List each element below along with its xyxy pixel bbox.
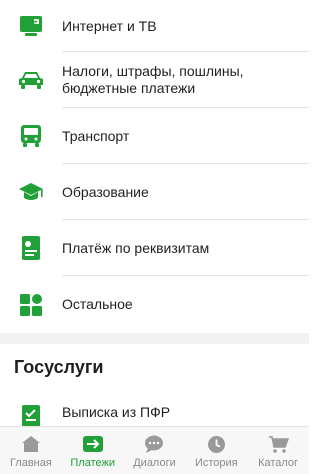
requisites-card-icon [18, 235, 44, 261]
grid-icon [18, 292, 44, 318]
tab-label: Диалоги [133, 457, 176, 469]
category-other[interactable]: Остальное [0, 276, 309, 333]
category-taxes-fines[interactable]: Налоги, штрафы, пошлины, бюджетные плате… [0, 52, 309, 108]
tab-home[interactable]: Главная [0, 427, 62, 474]
category-payment-by-requisites[interactable]: Платёж по реквизитам [0, 220, 309, 276]
tv-icon [18, 13, 44, 39]
gosuslugi-item-label: Выписка из ПФР [62, 404, 171, 420]
category-internet-tv[interactable]: Интернет и ТВ [0, 0, 309, 52]
payments-arrow-icon [82, 434, 104, 454]
bus-icon [18, 123, 44, 149]
category-label: Транспорт [62, 128, 130, 144]
category-label: Налоги, штрафы, пошлины, бюджетные плате… [62, 63, 244, 96]
bottom-tab-bar: Главная Платежи Диалоги История Каталог [0, 426, 309, 474]
tab-dialogs[interactable]: Диалоги [124, 427, 186, 474]
tab-label: Каталог [258, 457, 299, 469]
section-title-gosuslugi: Госуслуги [14, 357, 104, 377]
chat-icon [143, 434, 165, 454]
tab-label: Главная [9, 457, 52, 469]
graduation-cap-icon [18, 179, 44, 205]
category-label: Платёж по реквизитам [62, 240, 210, 256]
tab-history[interactable]: История [185, 427, 247, 474]
document-icon [20, 404, 42, 428]
payments-category-list: Интернет и ТВ Налоги, штрафы, пошлины, б… [0, 0, 309, 333]
category-label: Остальное [62, 296, 133, 312]
tab-label: Платежи [70, 457, 115, 469]
gosuslugi-item-pfr-statement[interactable]: Выписка из ПФР [0, 398, 309, 428]
cart-icon [267, 434, 289, 454]
category-label: Образование [62, 184, 149, 200]
category-education[interactable]: Образование [0, 164, 309, 220]
tab-catalog[interactable]: Каталог [247, 427, 309, 474]
category-transport[interactable]: Транспорт [0, 108, 309, 164]
category-label: Интернет и ТВ [62, 18, 157, 34]
clock-icon [205, 434, 227, 454]
section-separator [0, 333, 309, 344]
car-icon [18, 67, 44, 93]
home-icon [20, 434, 42, 454]
tab-payments[interactable]: Платежи [62, 427, 124, 474]
tab-label: История [194, 457, 238, 469]
